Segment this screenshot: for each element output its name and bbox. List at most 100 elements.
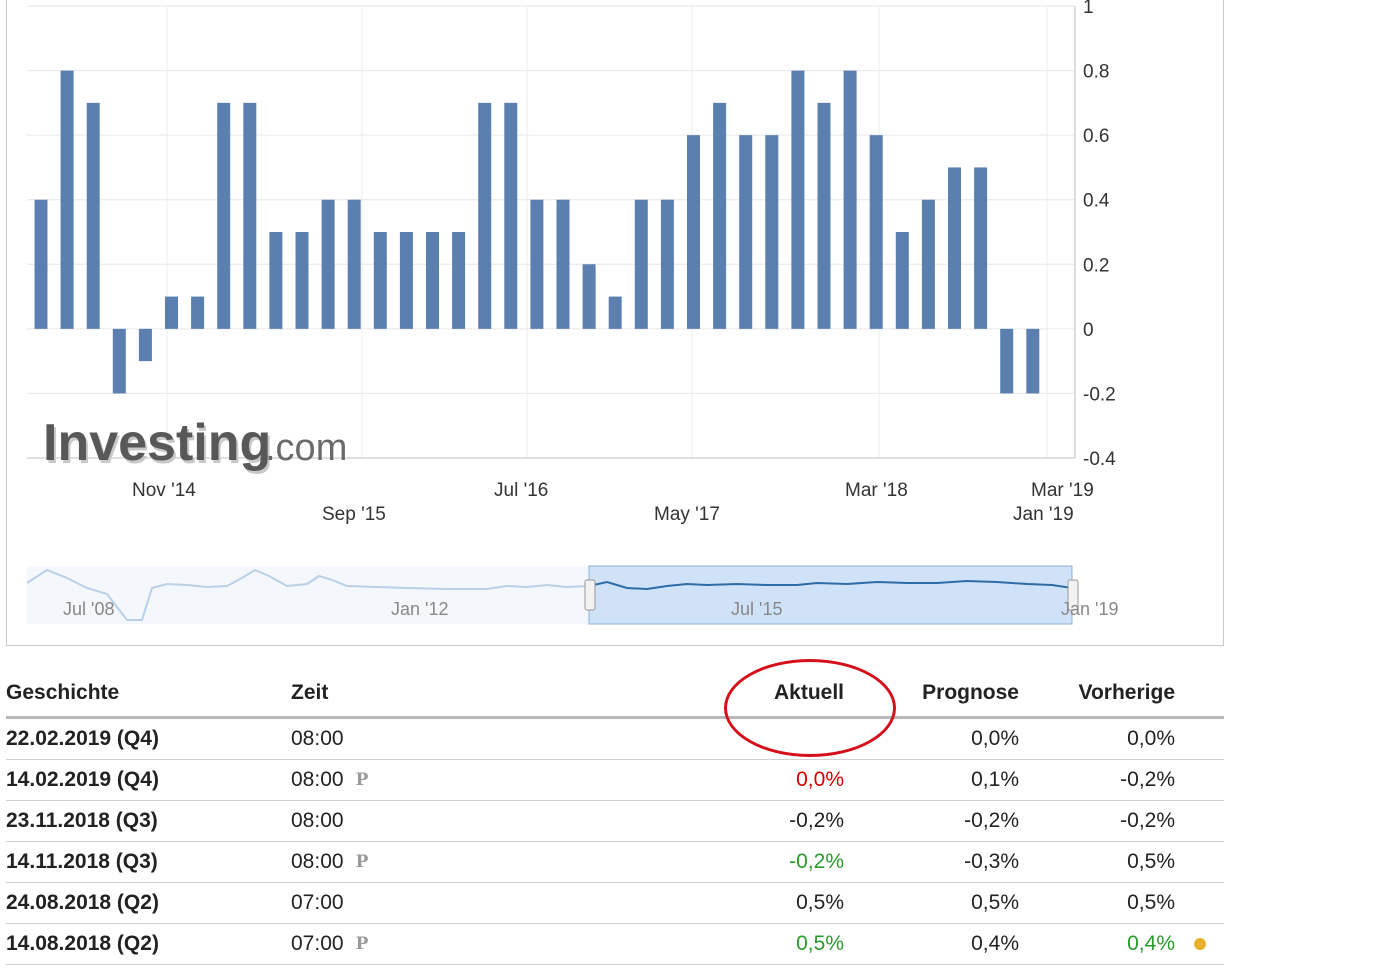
- row-date: 14.02.2019 (Q4): [6, 768, 159, 791]
- row-time-cell: 07:00: [291, 891, 591, 915]
- header-time[interactable]: Zeit: [291, 681, 591, 705]
- x-tick-label: Mar '19: [1031, 480, 1094, 501]
- watermark-brand: Investing: [43, 414, 271, 472]
- navigator-label: Jan '12: [391, 599, 448, 619]
- row-date: 14.11.2018 (Q3): [6, 850, 158, 873]
- revision-dot-icon[interactable]: [1193, 938, 1206, 950]
- row-forecast: 0,4%: [971, 932, 1019, 955]
- row-time: 07:00: [291, 932, 344, 955]
- row-forecast: 0,1%: [971, 768, 1019, 791]
- range-navigator[interactable]: Jul '08 Jan '12 Jul '15 Jan '19: [26, 565, 1118, 625]
- chart-container: 1 0.8 0.6 0.4 0.2 0 -0.2 -0.4 Nov '14 Jul '16 Mar…: [6, 0, 1224, 646]
- bar[interactable]: [60, 70, 74, 329]
- bar[interactable]: [843, 70, 857, 329]
- bar[interactable]: [34, 199, 48, 329]
- bar[interactable]: [452, 232, 466, 329]
- row-previous: -0,2%: [1120, 809, 1175, 832]
- table-row: 24.08.2018 (Q2) 07:00 0,5% 0,5% 0,5%: [6, 883, 1224, 924]
- y-tick-label: 0: [1083, 320, 1094, 341]
- header-previous[interactable]: Vorherige: [1019, 681, 1175, 705]
- row-time-cell: 08:00: [291, 809, 591, 833]
- bar[interactable]: [478, 102, 492, 329]
- chart-svg: 1 0.8 0.6 0.4 0.2 0 -0.2 -0.4 Nov '14 Jul '16 Mar…: [26, 0, 1118, 625]
- row-actual: -0,2%: [789, 850, 844, 873]
- bar[interactable]: [243, 102, 257, 329]
- bar[interactable]: [895, 232, 909, 329]
- bar[interactable]: [399, 232, 413, 329]
- table-header: Geschichte Zeit Aktuell Prognose Vorheri…: [6, 670, 1224, 719]
- row-actual: 0,5%: [796, 891, 844, 914]
- bar[interactable]: [321, 199, 335, 329]
- bar[interactable]: [165, 296, 178, 329]
- row-date: 14.08.2018 (Q2): [6, 932, 159, 955]
- investing-watermark: Investing Investing .com: [43, 414, 347, 475]
- preliminary-icon[interactable]: P: [356, 852, 369, 872]
- bar[interactable]: [269, 232, 283, 329]
- bar[interactable]: [1000, 328, 1014, 394]
- header-actual[interactable]: Aktuell: [591, 681, 844, 705]
- bar[interactable]: [660, 199, 674, 329]
- y-tick-label: 0.4: [1083, 191, 1110, 212]
- navigator-label: Jul '08: [63, 599, 114, 619]
- bar[interactable]: [373, 232, 387, 329]
- bar[interactable]: [1026, 328, 1040, 394]
- bar[interactable]: [504, 102, 518, 329]
- table-row: 23.11.2018 (Q3) 08:00 -0,2% -0,2% -0,2%: [6, 801, 1224, 842]
- navigator-selection[interactable]: [588, 565, 1073, 625]
- bar[interactable]: [426, 232, 439, 329]
- row-date: 23.11.2018 (Q3): [6, 809, 158, 832]
- y-tick-label: 0.8: [1083, 62, 1109, 83]
- row-time: 07:00: [291, 891, 344, 914]
- bar[interactable]: [138, 328, 152, 362]
- navigator-left-handle[interactable]: [584, 579, 596, 611]
- bar[interactable]: [556, 199, 570, 329]
- header-forecast[interactable]: Prognose: [844, 681, 1019, 705]
- bar[interactable]: [347, 199, 361, 329]
- bar[interactable]: [634, 199, 648, 329]
- bar[interactable]: [921, 199, 935, 329]
- bar[interactable]: [869, 135, 883, 329]
- row-forecast: 0,0%: [971, 727, 1019, 750]
- bar[interactable]: [608, 296, 622, 329]
- row-forecast: -0,2%: [964, 809, 1019, 832]
- bar[interactable]: [739, 135, 753, 329]
- row-time-cell: 07:00 P: [291, 932, 591, 956]
- bar[interactable]: [295, 232, 309, 329]
- navigator-label: Jan '19: [1061, 599, 1118, 619]
- x-tick-label: Jul '16: [494, 480, 548, 501]
- row-time: 08:00: [291, 809, 344, 832]
- navigator-label: Jul '15: [731, 599, 782, 619]
- row-actual: 0,0%: [796, 768, 844, 791]
- bar[interactable]: [765, 135, 779, 329]
- row-actual: -0,2%: [789, 809, 844, 832]
- bar[interactable]: [713, 102, 727, 329]
- row-date: 24.08.2018 (Q2): [6, 891, 159, 914]
- bar[interactable]: [817, 102, 831, 329]
- preliminary-icon[interactable]: P: [356, 770, 369, 790]
- row-previous: 0,5%: [1127, 891, 1175, 914]
- header-history[interactable]: Geschichte: [6, 681, 291, 705]
- bar[interactable]: [112, 328, 126, 394]
- bar[interactable]: [217, 102, 231, 329]
- bar[interactable]: [948, 167, 961, 329]
- x-tick-label: May '17: [654, 504, 720, 525]
- x-tick-label: Mar '18: [845, 480, 908, 501]
- row-previous: 0,4%: [1127, 932, 1175, 955]
- bar[interactable]: [191, 296, 205, 329]
- bar[interactable]: [530, 199, 544, 329]
- bar[interactable]: [582, 264, 596, 329]
- bar[interactable]: [86, 102, 100, 329]
- row-time-cell: 08:00 P: [291, 850, 591, 874]
- row-previous: 0,0%: [1127, 727, 1175, 750]
- bar[interactable]: [791, 70, 805, 329]
- row-extra: [1175, 938, 1224, 950]
- bar[interactable]: [974, 167, 988, 329]
- row-time: 08:00: [291, 850, 344, 873]
- table-row: 22.02.2019 (Q4) 08:00 0,0% 0,0%: [6, 719, 1224, 760]
- row-forecast: -0,3%: [964, 850, 1019, 873]
- row-previous: -0,2%: [1120, 768, 1175, 791]
- y-tick-label: -0.4: [1083, 449, 1116, 470]
- preliminary-icon[interactable]: P: [356, 934, 369, 954]
- row-forecast: 0,5%: [971, 891, 1019, 914]
- bar[interactable]: [687, 135, 700, 329]
